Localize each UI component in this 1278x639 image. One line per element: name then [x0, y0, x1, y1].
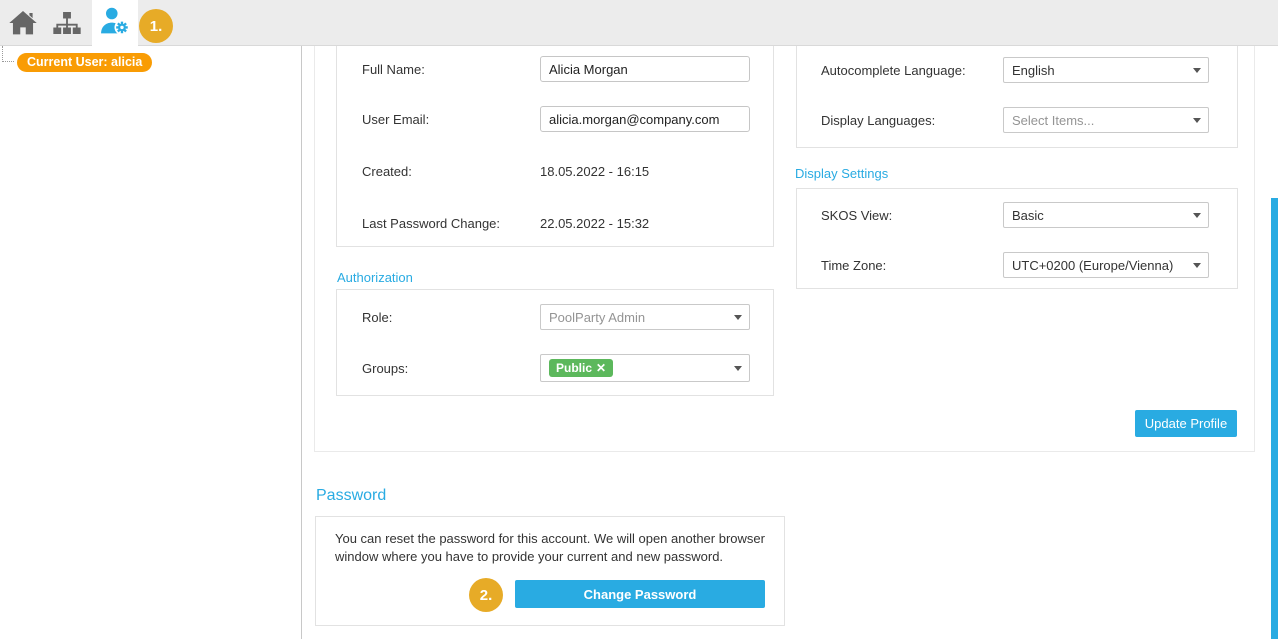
- annotation-step-1: 1.: [139, 9, 173, 43]
- full-name-input[interactable]: [540, 56, 750, 82]
- last-password-change-value: 22.05.2022 - 15:32: [540, 216, 649, 231]
- authorization-heading: Authorization: [337, 270, 413, 285]
- role-dropdown[interactable]: PoolParty Admin: [540, 304, 750, 330]
- display-languages-dropdown[interactable]: Select Items...: [1003, 107, 1209, 133]
- home-icon: [9, 11, 37, 35]
- skos-view-value: Basic: [1012, 208, 1044, 223]
- home-button[interactable]: [9, 11, 37, 35]
- update-profile-button[interactable]: Update Profile: [1135, 410, 1237, 437]
- sitemap-button[interactable]: [53, 12, 81, 34]
- last-password-change-label: Last Password Change:: [362, 216, 500, 231]
- display-settings-heading: Display Settings: [795, 166, 888, 181]
- user-email-label: User Email:: [362, 112, 429, 127]
- role-label: Role:: [362, 310, 392, 325]
- created-value: 18.05.2022 - 16:15: [540, 164, 649, 179]
- groups-label: Groups:: [362, 361, 408, 376]
- display-languages-placeholder: Select Items...: [1012, 113, 1094, 128]
- dropdown-caret-icon: [1193, 118, 1201, 123]
- autocomplete-language-value: English: [1012, 63, 1055, 78]
- dropdown-caret-icon: [1193, 263, 1201, 268]
- autocomplete-language-dropdown[interactable]: English: [1003, 57, 1209, 83]
- group-tag-label: Public: [556, 362, 592, 374]
- skos-view-dropdown[interactable]: Basic: [1003, 202, 1209, 228]
- user-tree-panel: Current User: alicia: [0, 46, 302, 639]
- created-label: Created:: [362, 164, 412, 179]
- time-zone-dropdown[interactable]: UTC+0200 (Europe/Vienna): [1003, 252, 1209, 278]
- remove-group-icon[interactable]: ✕: [596, 362, 606, 374]
- display-languages-label: Display Languages:: [821, 113, 935, 128]
- dropdown-caret-icon: [734, 366, 742, 371]
- skos-view-label: SKOS View:: [821, 208, 892, 223]
- toolbar: 1.: [0, 0, 1278, 46]
- tree-connector: [2, 46, 14, 62]
- time-zone-value: UTC+0200 (Europe/Vienna): [1012, 258, 1173, 273]
- user-settings-icon: [100, 7, 130, 40]
- autocomplete-language-label: Autocomplete Language:: [821, 63, 966, 78]
- user-settings-tab[interactable]: [92, 0, 138, 46]
- annotation-step-2: 2.: [469, 578, 503, 612]
- password-heading: Password: [316, 487, 386, 505]
- poolparty-user-settings-screen: Current User: alicia Full Name: User Ema…: [0, 0, 1278, 639]
- sitemap-icon: [53, 12, 81, 34]
- groups-dropdown[interactable]: Public ✕: [540, 354, 750, 382]
- full-name-label: Full Name:: [362, 62, 425, 77]
- dropdown-caret-icon: [1193, 213, 1201, 218]
- dropdown-caret-icon: [734, 315, 742, 320]
- group-tag-public: Public ✕: [549, 359, 613, 377]
- vertical-scrollbar-thumb[interactable]: [1271, 198, 1278, 639]
- role-selected-value: PoolParty Admin: [549, 310, 645, 325]
- current-user-badge[interactable]: Current User: alicia: [17, 53, 152, 72]
- change-password-button[interactable]: Change Password: [515, 580, 765, 608]
- user-info-box: [336, 20, 774, 247]
- dropdown-caret-icon: [1193, 68, 1201, 73]
- user-email-input[interactable]: [540, 106, 750, 132]
- time-zone-label: Time Zone:: [821, 258, 886, 273]
- password-description: You can reset the password for this acco…: [335, 530, 777, 565]
